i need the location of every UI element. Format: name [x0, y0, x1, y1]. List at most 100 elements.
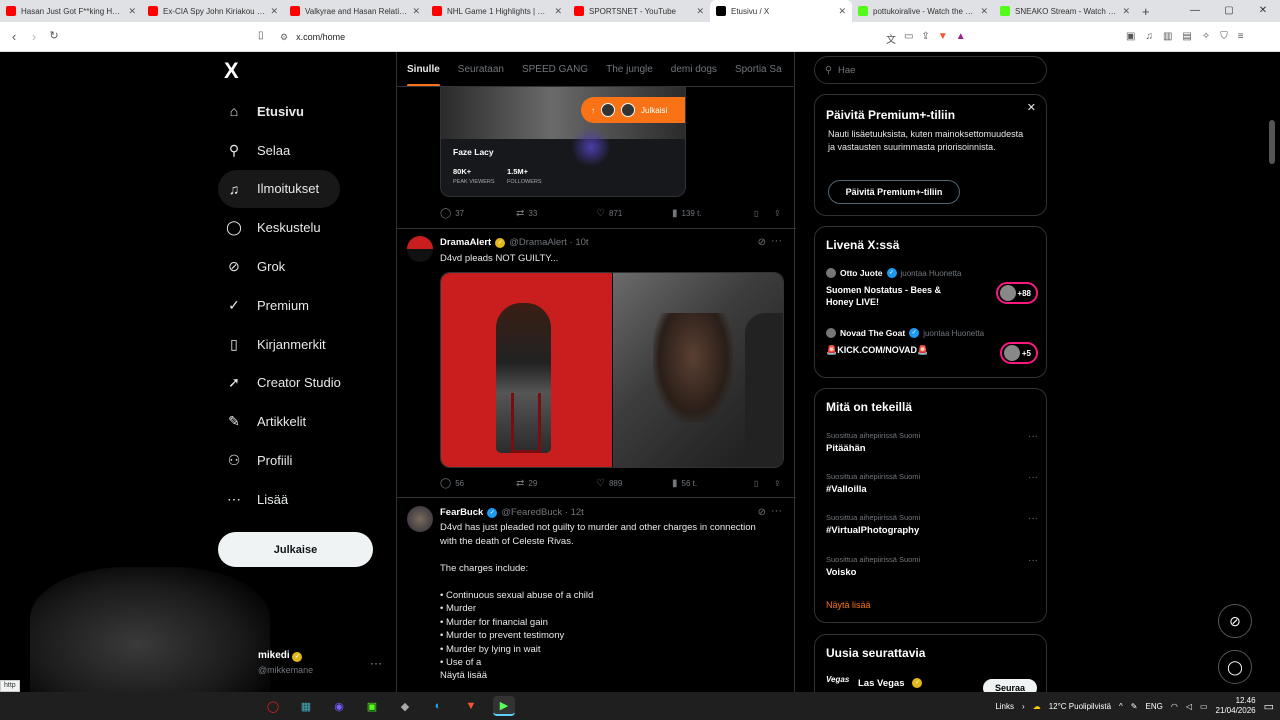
scrollbar-thumb[interactable] — [1269, 120, 1275, 164]
app-icon[interactable]: ▶ — [493, 696, 515, 716]
media-icon[interactable]: ♫ — [1145, 31, 1153, 42]
like-button[interactable]: ♡ 889 — [596, 478, 672, 489]
reader-icon[interactable]: ▣ — [1126, 31, 1135, 42]
timeline-tab[interactable]: Seurataan — [458, 64, 504, 75]
more-icon[interactable]: ··· — [771, 505, 782, 517]
repost-button[interactable]: ⇄ 29 — [516, 478, 596, 489]
wifi-icon[interactable]: ◠ — [1171, 702, 1178, 711]
live-item[interactable]: Otto Juote ✓ juontaa Huonetta Suomen Nosta… — [826, 268, 1038, 308]
vpn-icon[interactable]: ⛉ — [1220, 31, 1228, 42]
notifications-icon[interactable]: ▭ — [1264, 700, 1274, 713]
account-switcher[interactable]: mikedi ✓ @mikkemane — [258, 650, 313, 675]
x-logo[interactable]: X — [224, 58, 239, 84]
more-icon[interactable]: ··· — [771, 235, 782, 247]
trend-item[interactable]: Suosittua aihepiirissä Suomi #Valloilla ··… — [826, 472, 1038, 495]
premium-button[interactable]: Päivitä Premium+-tiliin — [828, 180, 960, 204]
repost-button[interactable]: ⇄ 33 — [516, 208, 596, 219]
more-icon[interactable]: ··· — [1028, 513, 1038, 524]
app-icon[interactable]: ◆ — [394, 696, 416, 716]
close-tab-icon[interactable]: ✕ — [696, 6, 704, 17]
menu-icon[interactable]: ≡ — [1238, 31, 1244, 42]
timeline-tab[interactable]: Sportia Sa — [735, 64, 782, 75]
grok-icon[interactable]: ⊘ — [758, 237, 766, 248]
browser-tab[interactable]: pottukoiralive - Watch the VO ✕ — [852, 0, 994, 22]
close-tab-icon[interactable]: ✕ — [270, 6, 278, 17]
account-more-icon[interactable]: ··· — [370, 656, 382, 670]
clock[interactable]: 12.46 21/04/2026 — [1216, 696, 1256, 716]
more-icon[interactable]: ··· — [1028, 431, 1038, 442]
trend-item[interactable]: Suosittua aihepiirissä Suomi Pitäähän ··· — [826, 431, 1038, 454]
trend-item[interactable]: Suosittua aihepiirissä Suomi #VirtualPhot… — [826, 513, 1038, 536]
avatar[interactable] — [407, 236, 433, 262]
close-tab-icon[interactable]: ✕ — [980, 6, 988, 17]
sidebar-item-kirjanmerkit[interactable]: ▯ Kirjanmerkit — [218, 325, 388, 364]
chevron-up-icon[interactable]: ^ — [1119, 702, 1123, 711]
close-tab-icon[interactable]: ✕ — [1122, 6, 1130, 17]
tweet[interactable]: FearBuck ✓ @FearedBuck · 12t ⊘ ··· D4vd … — [397, 498, 796, 692]
forward-icon[interactable]: › — [24, 29, 44, 44]
page-scrollbar[interactable] — [1268, 54, 1276, 684]
browser-tab[interactable]: Etusivu / X ✕ — [710, 0, 852, 22]
sidebar-item-creator-studio[interactable]: ➚ Creator Studio — [218, 364, 388, 403]
chevron-right-icon[interactable]: › — [1022, 702, 1025, 711]
sidebar-item-selaa[interactable]: ⚲ Selaa — [218, 131, 388, 170]
timeline-tab[interactable]: SPEED GANG — [522, 64, 588, 75]
timeline-tab[interactable]: The jungle — [606, 64, 653, 75]
back-icon[interactable]: ‹ — [4, 29, 24, 44]
bookmark-icon[interactable]: ▯ — [754, 209, 774, 218]
bookmark-icon[interactable]: ▯ — [754, 479, 774, 488]
search-input[interactable]: ⚲ Hae — [814, 56, 1047, 84]
close-tab-icon[interactable]: ✕ — [412, 6, 420, 17]
browser-tab[interactable]: SPORTSNET - YouTube ✕ — [568, 0, 710, 22]
sidebar-item-keskustelu[interactable]: ◯ Keskustelu — [218, 208, 388, 247]
listener-count[interactable]: +5 — [1000, 342, 1038, 364]
browser-tab[interactable]: Valkyrae and Hasan Relationsh ✕ — [284, 0, 426, 22]
author-name[interactable]: DramaAlert — [440, 237, 491, 248]
close-tab-icon[interactable]: ✕ — [554, 6, 562, 17]
opera-icon[interactable]: ◯ — [262, 696, 284, 716]
live-item[interactable]: Novad The Goat ✓ juontaa Huonetta 🚨KICK.CO… — [826, 328, 1038, 364]
more-icon[interactable]: ··· — [1028, 555, 1038, 566]
sidebar-item-grok[interactable]: ⊘ Grok — [218, 247, 388, 286]
new-tab-button[interactable]: + — [1142, 4, 1150, 19]
volume-icon[interactable]: ◁ — [1186, 702, 1192, 711]
post-button[interactable]: Julkaise — [218, 532, 373, 567]
share-icon[interactable]: ⇪ — [774, 209, 781, 218]
weather-text[interactable]: 12°C Puolipilvistä — [1049, 702, 1111, 711]
edge-icon[interactable]: ◐ — [427, 696, 449, 716]
cast-icon[interactable]: ▭ — [904, 31, 913, 46]
browser-tab[interactable]: NHL Game 1 Highlights | Duck ✕ — [426, 0, 568, 22]
messages-fab-icon[interactable]: ◯ — [1218, 650, 1252, 684]
show-more-link[interactable]: Näytä lisää — [440, 669, 785, 683]
follow-suggestion[interactable]: Vegas Las Vegas ✓ — [826, 675, 923, 691]
leo-icon[interactable]: ✧ — [1202, 31, 1210, 42]
minimize-icon[interactable]: — — [1178, 0, 1212, 22]
sidebar-icon[interactable]: ▥ — [1163, 31, 1172, 42]
listener-count[interactable]: +88 — [996, 282, 1038, 304]
views-button[interactable]: ▮ 56 t. — [672, 478, 754, 489]
browser-tab[interactable]: Hasan Just Got F**king Humilia ✕ — [0, 0, 142, 22]
avatar[interactable] — [407, 506, 433, 532]
sidebar-item-lisää[interactable]: ⋯ Lisää — [218, 480, 388, 519]
tweet-media[interactable] — [440, 272, 784, 468]
share-icon[interactable]: ⇪ — [774, 479, 781, 488]
links-toolbar[interactable]: Links — [995, 702, 1014, 711]
reply-button[interactable]: ◯ 37 — [440, 208, 516, 219]
close-tab-icon[interactable]: ✕ — [128, 6, 136, 17]
reply-button[interactable]: ◯ 56 — [440, 478, 516, 489]
timeline-tab[interactable]: demi dogs — [671, 64, 717, 75]
language-indicator[interactable]: ENG — [1146, 702, 1163, 711]
grok-fab-icon[interactable]: ⊘ — [1218, 604, 1252, 638]
battery-icon[interactable]: ▭ — [1200, 702, 1208, 711]
brave-icon[interactable]: ▼ — [460, 696, 482, 716]
like-button[interactable]: ♡ 871 — [596, 208, 672, 219]
pen-icon[interactable]: ✎ — [1131, 702, 1138, 711]
bookmark-page-icon[interactable]: ▯ — [258, 30, 264, 41]
sidebar-item-etusivu[interactable]: ⌂ Etusivu — [218, 92, 388, 131]
app-icon[interactable]: ◉ — [328, 696, 350, 716]
author-handle[interactable]: @DramaAlert · 10t — [509, 237, 588, 248]
trend-item[interactable]: Suosittua aihepiirissä Suomi Voisko ··· — [826, 555, 1038, 578]
brave-shield-icon[interactable]: ▼ — [938, 31, 948, 46]
translate-icon[interactable]: 文 — [886, 31, 896, 46]
more-icon[interactable]: ··· — [1028, 472, 1038, 483]
